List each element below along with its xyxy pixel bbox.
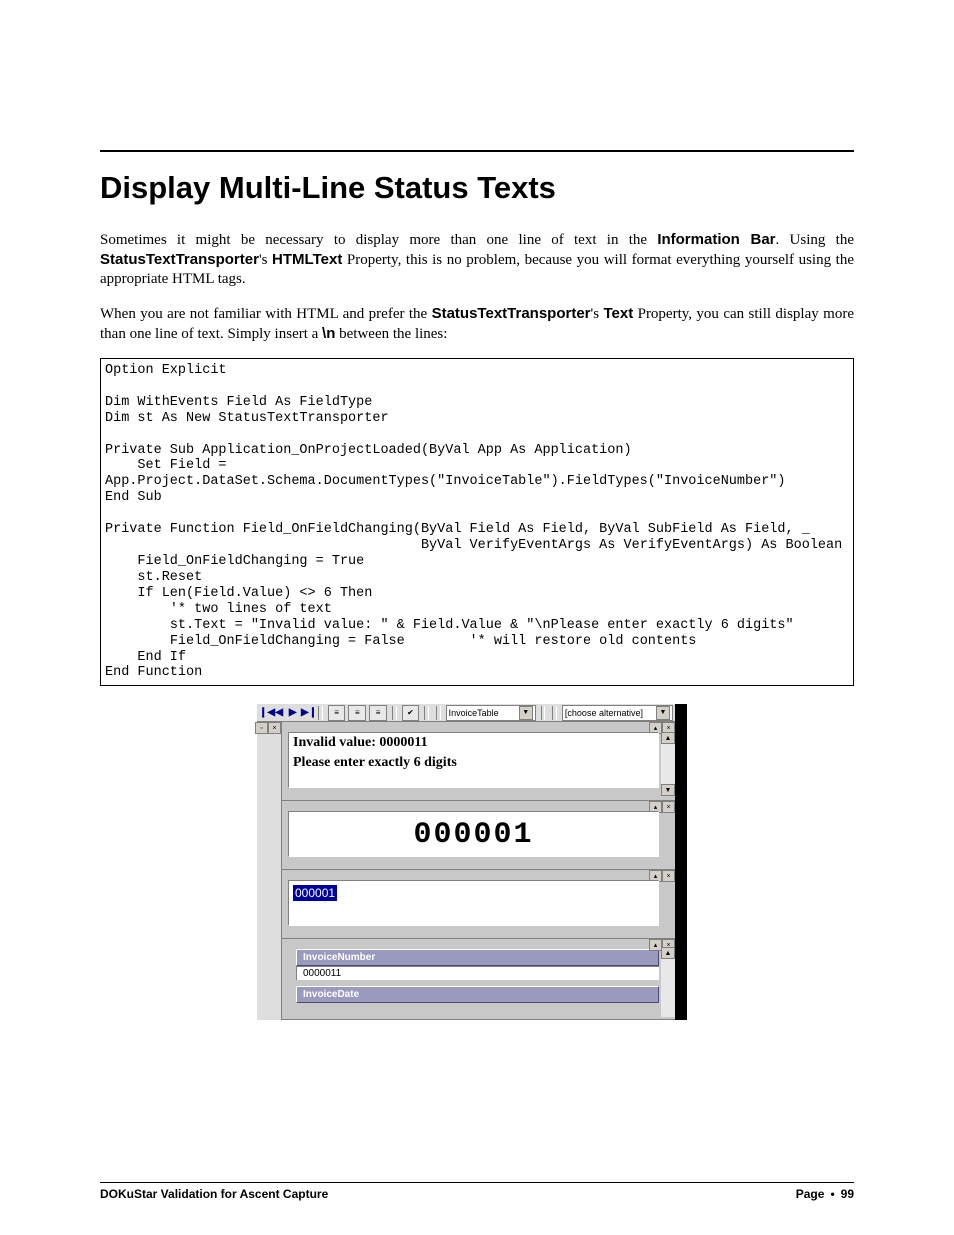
pane-close-button[interactable]: × — [662, 870, 675, 882]
page-heading: Display Multi-Line Status Texts — [100, 170, 854, 206]
toolbar-separator — [392, 706, 397, 720]
footer-left: DOKuStar Validation for Ascent Capture — [100, 1187, 328, 1201]
text: Sometimes it might be necessary to displ… — [100, 232, 657, 248]
text: When you are not familiar with HTML and … — [100, 306, 432, 322]
text: between the lines: — [335, 326, 447, 342]
toolbar-btn-1[interactable]: ≡ — [328, 705, 346, 721]
toolbar-btn-check[interactable]: ✔ — [402, 705, 420, 721]
pane-close-button[interactable]: × — [662, 801, 675, 813]
image-number-preview: 000001 — [289, 812, 658, 854]
field-value-invoicenumber[interactable]: 0000011 — [296, 966, 659, 980]
field-header-invoicenumber[interactable]: InvoiceNumber — [296, 949, 659, 966]
nav-prev-button[interactable]: ◀ — [274, 707, 285, 718]
image-preview-pane: ▴ × 000001 — [282, 801, 675, 870]
dropdown-icon: ▼ — [519, 706, 533, 720]
scrollbar[interactable]: ▲ ▼ — [661, 732, 675, 796]
toolbar-separator — [541, 706, 546, 720]
text: 's — [591, 306, 604, 322]
mini-btn[interactable]: ▫ — [255, 722, 268, 734]
alternative-combo[interactable]: [choose alternative] ▼ — [562, 705, 673, 721]
doctype-combo[interactable]: InvoiceTable ▼ — [446, 705, 536, 721]
bold-info-bar: Information Bar — [657, 231, 775, 248]
information-bar-pane: ▴ × Invalid value: 0000011 Please enter … — [282, 722, 675, 801]
alternative-combo-value: [choose alternative] — [565, 708, 643, 718]
mini-btn-close[interactable]: × — [268, 722, 281, 734]
toolbar-separator — [424, 706, 429, 720]
toolbar-btn-3[interactable]: ≡ — [369, 705, 387, 721]
nav-last-button[interactable]: ▶❙ — [301, 707, 313, 718]
bold-status-text-transporter: StatusTextTransporter — [100, 251, 259, 268]
code-block: Option Explicit Dim WithEvents Field As … — [100, 358, 854, 686]
fields-pane: ▴ × InvoiceNumber 0000011 InvoiceDate ▲ — [282, 939, 675, 1020]
toolbar-separator — [552, 706, 557, 720]
bold-text-prop: Text — [603, 305, 633, 322]
scrollbar[interactable]: ▲ — [661, 947, 675, 1017]
nav-next-button[interactable]: ▶ — [288, 707, 299, 718]
paragraph-1: Sometimes it might be necessary to displ… — [100, 230, 854, 290]
dropdown-icon: ▼ — [656, 706, 670, 720]
bold-newline-escape: \n — [322, 325, 335, 342]
scroll-up-icon[interactable]: ▲ — [661, 732, 675, 744]
toolbar-separator — [436, 706, 441, 720]
toolbar-separator — [318, 706, 323, 720]
input-pane: ▴ × 000001 — [282, 870, 675, 939]
scroll-down-icon[interactable]: ▼ — [661, 784, 675, 796]
scroll-up-icon[interactable]: ▲ — [661, 947, 675, 959]
status-line-1: Invalid value: 0000011 — [289, 733, 658, 752]
page-footer: DOKuStar Validation for Ascent Capture P… — [100, 1182, 854, 1201]
footer-right: Page•99 — [796, 1187, 854, 1201]
nav-first-button[interactable]: ❙◀ — [259, 707, 271, 718]
toolbar: ❙◀ ◀ ▶ ▶❙ ≡ ≡ ≡ ✔ InvoiceTable ▼ — [257, 704, 675, 722]
selected-value-input[interactable]: 000001 — [293, 885, 337, 901]
status-line-2: Please enter exactly 6 digits — [289, 753, 658, 772]
text: 's — [259, 252, 272, 268]
toolbar-btn-2[interactable]: ≡ — [348, 705, 366, 721]
bold-status-text-transporter: StatusTextTransporter — [432, 305, 591, 322]
doctype-combo-value: InvoiceTable — [449, 708, 499, 718]
field-header-invoicedate[interactable]: InvoiceDate — [296, 986, 659, 1003]
paragraph-2: When you are not familiar with HTML and … — [100, 304, 854, 344]
embedded-figure: ❙◀ ◀ ▶ ▶❙ ≡ ≡ ≡ ✔ InvoiceTable ▼ — [257, 704, 675, 1020]
figure-right-border — [675, 704, 687, 1020]
bold-htmltext: HTMLText — [272, 251, 342, 268]
left-stub: ▫ × — [257, 722, 282, 1020]
text: . Using the — [776, 232, 854, 248]
